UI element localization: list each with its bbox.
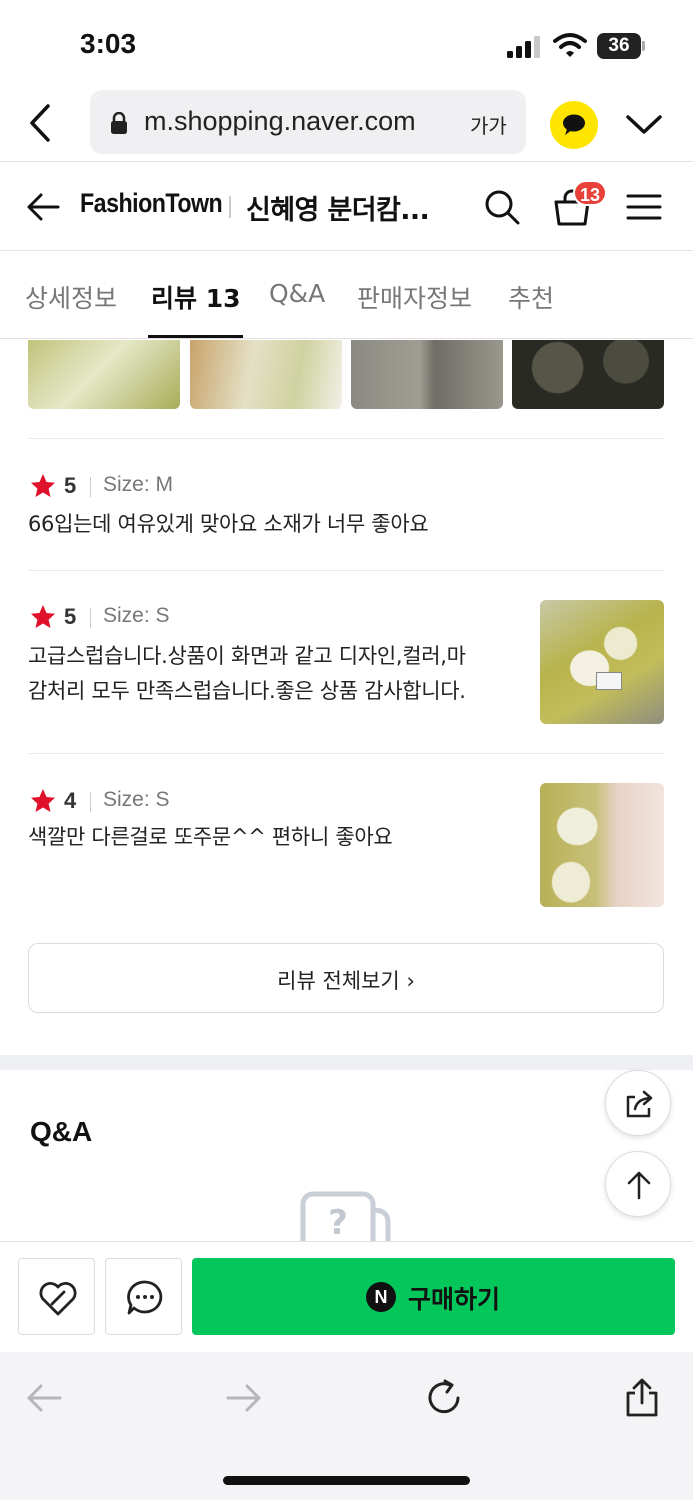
talktalk-chat-button[interactable] [105, 1258, 182, 1335]
battery-icon: 36 [597, 33, 645, 59]
forward-icon[interactable] [224, 1378, 264, 1418]
product-tabs: 상세정보 리뷰 13 Q&A 판매자정보 추천 [0, 251, 693, 339]
svg-text:?: ? [328, 1203, 348, 1242]
review-size: Size: S [103, 788, 170, 811]
review-photo-thumbnail[interactable] [190, 340, 342, 409]
tab-reviews[interactable]: 리뷰 13 [151, 279, 241, 315]
review-item: 5 Size: M 66입는데 여유있게 맞아요 소재가 너무 좋아요 [28, 438, 664, 570]
review-photo[interactable] [540, 600, 664, 724]
share-icon[interactable] [622, 1378, 662, 1418]
buy-button-label: 구매하기 [408, 1285, 501, 1314]
review-size: Size: M [103, 473, 174, 496]
see-all-reviews-label: 리뷰 전체보기 [277, 969, 400, 993]
status-bar: 3:03 36 [0, 0, 693, 88]
wishlist-button[interactable] [18, 1258, 95, 1335]
chat-icon [127, 1280, 163, 1315]
battery-level: 36 [597, 33, 641, 59]
heart-icon [39, 1282, 77, 1316]
divider [229, 196, 231, 218]
review-photo-thumbnail[interactable] [28, 340, 180, 409]
star-icon [31, 474, 55, 497]
tab-details[interactable]: 상세정보 [25, 279, 117, 315]
review-photo-thumbnail[interactable] [512, 340, 664, 409]
review-item: 4 Size: S 색깔만 다른걸로 또주문^^ 편하니 좋아요 [28, 753, 664, 933]
question-document-icon: ? [300, 1191, 391, 1242]
qa-section-title: Q&A [30, 1116, 93, 1147]
store-header: FashionTown 신혜영 분더캄... 13 [0, 162, 693, 250]
star-icon [31, 605, 55, 628]
lock-icon [111, 112, 127, 134]
status-time: 3:03 [80, 28, 137, 59]
share-floating-button[interactable] [605, 1070, 671, 1136]
chevron-down-icon[interactable] [625, 112, 663, 138]
purchase-bar: N 구매하기 [0, 1241, 693, 1351]
arrow-up-icon [627, 1171, 651, 1200]
section-divider [0, 1055, 693, 1070]
review-photo[interactable] [540, 783, 664, 907]
tab-qa[interactable]: Q&A [269, 279, 325, 308]
browser-address-row: m.shopping.naver.com 가가 [0, 88, 693, 162]
arrow-left-icon[interactable] [26, 192, 60, 222]
search-icon[interactable] [483, 188, 521, 226]
see-all-reviews-button[interactable]: 리뷰 전체보기 › [28, 943, 664, 1013]
review-text: 색깔만 다른걸로 또주문^^ 편하니 좋아요 [28, 825, 393, 849]
review-score: 5 [64, 604, 77, 629]
wifi-icon [553, 33, 587, 57]
product-title: 신혜영 분더캄... [246, 195, 430, 226]
review-score: 5 [64, 473, 77, 498]
review-photo-thumbnail[interactable] [351, 340, 503, 409]
text-size-button[interactable]: 가가 [470, 110, 507, 139]
review-text: 66입는데 여유있게 맞아요 소재가 너무 좋아요 [28, 512, 429, 536]
menu-icon[interactable] [626, 192, 662, 222]
star-icon [31, 789, 55, 812]
address-bar[interactable]: m.shopping.naver.com 가가 [90, 90, 526, 154]
buy-button[interactable]: N 구매하기 [192, 1258, 675, 1335]
tab-recommend[interactable]: 추천 [508, 279, 554, 315]
url-text: m.shopping.naver.com [144, 106, 416, 136]
store-brand[interactable]: FashionTown [80, 188, 223, 219]
browser-toolbar [0, 1352, 693, 1500]
back-arrow-icon[interactable] [24, 1378, 64, 1418]
scroll-top-button[interactable] [605, 1151, 671, 1217]
review-text: 고급스럽습니다.상품이 화면과 같고 디자인,컬러,마 감처리 모두 만족스럽습… [28, 644, 466, 703]
review-size: Size: S [103, 604, 170, 627]
review-score: 4 [64, 788, 77, 813]
cart-count-badge: 13 [573, 180, 607, 206]
share-icon [626, 1090, 653, 1118]
home-indicator [223, 1476, 470, 1485]
review-item: 5 Size: S 고급스럽습니다.상품이 화면과 같고 디자인,컬러,마 감처… [28, 570, 664, 754]
kakaotalk-icon [563, 114, 585, 135]
active-tab-indicator [148, 335, 243, 338]
cellular-signal-icon [507, 36, 540, 58]
reload-icon[interactable] [424, 1378, 464, 1418]
back-chevron-icon[interactable] [24, 102, 58, 144]
chevron-right-icon: › [406, 969, 415, 993]
naver-pay-logo-icon: N [366, 1282, 396, 1312]
kakaotalk-button[interactable] [550, 101, 598, 149]
tab-seller-info[interactable]: 판매자정보 [357, 279, 472, 315]
